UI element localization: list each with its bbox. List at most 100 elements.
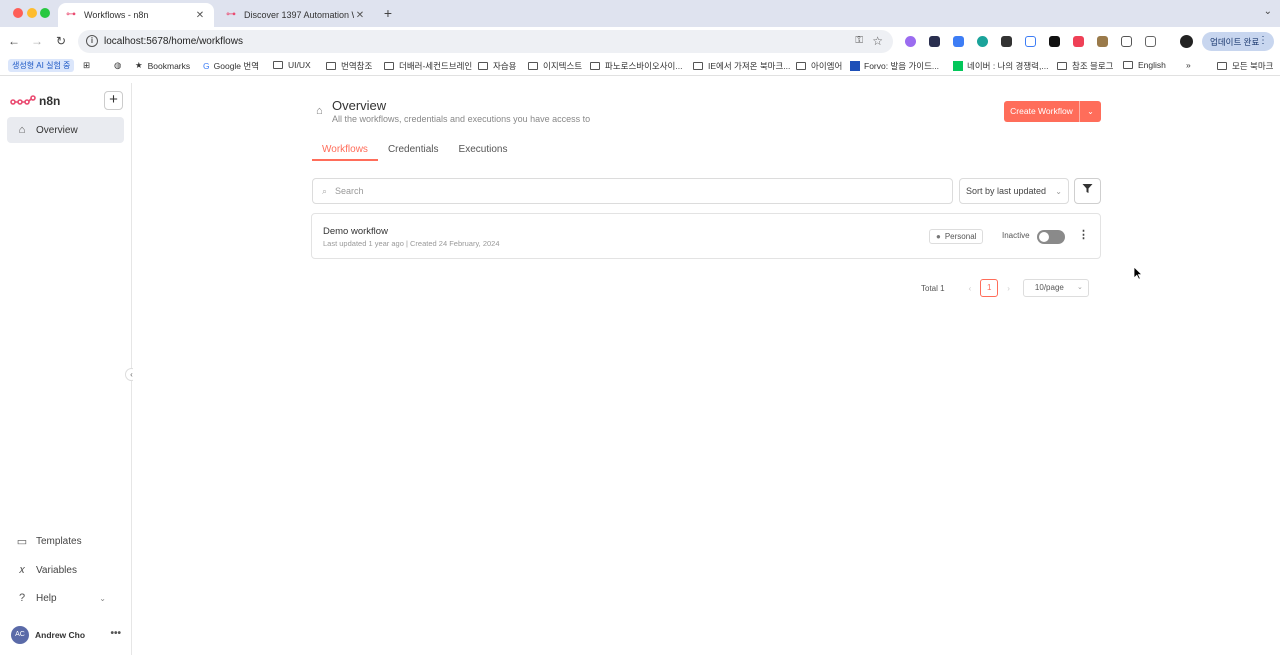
bookmark-folder[interactable]: 더배러-세컨드브레인 — [384, 60, 472, 72]
browser-menu-icon[interactable]: ⋮ — [1258, 35, 1268, 46]
browser-tab-discover[interactable]: ⊶ Discover 1397 Automation W ✕ — [218, 3, 374, 27]
page-size-select[interactable]: 10/page ⌄ — [1022, 279, 1089, 297]
minimize-window-button[interactable] — [27, 8, 37, 18]
extension-icon[interactable] — [953, 36, 964, 47]
tab-credentials[interactable]: Credentials — [378, 141, 449, 161]
user-name: Andrew Cho — [35, 630, 86, 640]
pagination: Total 1 ‹ 1 › 10/page ⌄ — [921, 279, 1089, 297]
sidebar-item-help[interactable]: ? Help ⌄ — [11, 585, 128, 611]
chevron-down-icon: ⌄ — [99, 593, 106, 603]
activation-toggle[interactable] — [1037, 230, 1065, 244]
sidebar-item-overview[interactable]: ⌂ Overview — [7, 117, 124, 143]
bookmark-item[interactable]: G Google 번역 — [203, 60, 259, 72]
bookmark-folder[interactable]: 아이엠어 — [796, 60, 842, 72]
folder-icon — [326, 62, 336, 70]
page-title: Overview — [332, 98, 387, 113]
workflow-menu-icon[interactable]: ⋮ — [1078, 228, 1089, 241]
bookmark-item[interactable]: 네이버 : 나의 경쟁력,... — [953, 60, 1048, 72]
bookmark-label: 참조 블로그 — [1072, 61, 1114, 71]
puzzle-extensions-icon[interactable] — [1145, 36, 1156, 47]
owner-badge: ● Personal — [929, 229, 984, 244]
browser-toolbar: ← → ↻ i localhost:5678/home/workflows ⚿ … — [0, 27, 1280, 56]
extension-icon[interactable] — [1049, 36, 1060, 47]
folder-icon — [590, 62, 600, 70]
bookmark-folder[interactable]: 이지텍스트 — [528, 60, 582, 72]
site-info-icon[interactable]: i — [86, 35, 98, 47]
browser-update-button[interactable]: 업데이트 완료 ⋮ — [1202, 32, 1274, 51]
extension-icon[interactable] — [1001, 36, 1012, 47]
apps-grid-icon[interactable]: ⊞ — [83, 60, 90, 71]
pocket-icon[interactable] — [1073, 36, 1084, 47]
google-translate-icon: G — [203, 61, 210, 71]
address-bar[interactable]: i localhost:5678/home/workflows ⚿ ☆ — [78, 30, 893, 53]
extension-icon[interactable] — [1025, 36, 1036, 47]
bookmark-folder[interactable]: UI/UX — [273, 60, 311, 70]
create-options-chevron-icon[interactable]: ⌄ — [1080, 101, 1101, 122]
bookmark-folder[interactable]: 파노로스바이오사이... — [590, 60, 682, 72]
page-number[interactable]: 1 — [980, 279, 999, 297]
browser-tabstrip: ⊶ Workflows - n8n ✕ ⊶ Discover 1397 Auto… — [0, 0, 1280, 27]
ai-experiment-badge[interactable]: 생성형 AI 실험 중 — [8, 59, 75, 72]
new-tab-button[interactable]: + — [381, 5, 395, 21]
reload-button[interactable]: ↻ — [54, 34, 68, 48]
page-size-value: 10/page — [1034, 283, 1064, 292]
next-page-icon[interactable]: › — [1007, 284, 1010, 293]
bookmark-item[interactable]: ★ Bookmarks — [135, 60, 190, 71]
bookmark-item[interactable]: Forvo: 발음 가이드... — [850, 60, 939, 72]
bookmark-star-icon[interactable]: ☆ — [872, 34, 883, 48]
workflow-card[interactable]: Demo workflow Last updated 1 year ago | … — [311, 213, 1101, 259]
profile-avatar-icon[interactable] — [1180, 35, 1193, 48]
main-content: ⌂ Overview All the workflows, credential… — [133, 83, 1280, 655]
sidebar-item-templates[interactable]: ▭ Templates — [11, 528, 128, 554]
prev-page-icon[interactable]: ‹ — [969, 284, 972, 293]
password-key-icon[interactable]: ⚿ — [855, 35, 863, 46]
bookmark-folder[interactable]: English — [1123, 60, 1166, 70]
folder-icon — [1123, 61, 1133, 69]
bookmark-label: 더배러-세컨드브레인 — [399, 61, 473, 71]
bookmark-star-icon: ★ — [135, 60, 143, 70]
search-input[interactable] — [335, 186, 916, 196]
user-icon: ● — [936, 232, 941, 241]
close-tab-icon[interactable]: ✕ — [194, 10, 206, 21]
naver-icon — [953, 61, 963, 71]
close-tab-icon[interactable]: ✕ — [354, 10, 366, 21]
sidebar-item-variables[interactable]: 𝑥 Variables — [11, 557, 128, 583]
bookmark-folder[interactable]: IE에서 가져온 북마크... — [693, 60, 790, 72]
extension-icon[interactable] — [977, 36, 988, 47]
bookmark-folder[interactable]: 번역참조 — [326, 60, 372, 72]
sort-select[interactable]: Sort by last updated ⌄ — [959, 178, 1069, 204]
maximize-window-button[interactable] — [40, 8, 50, 18]
close-window-button[interactable] — [13, 8, 23, 18]
back-button[interactable]: ← — [7, 34, 21, 48]
bookmark-folder[interactable]: 참조 블로그 — [1057, 60, 1113, 72]
workflow-name[interactable]: Demo workflow — [323, 226, 388, 237]
tab-executions[interactable]: Executions — [449, 141, 518, 161]
n8n-logo[interactable]: n8n — [10, 94, 60, 108]
user-profile[interactable]: AC Andrew Cho ••• — [11, 626, 121, 644]
forward-button[interactable]: → — [30, 34, 44, 48]
folder-icon — [1057, 62, 1067, 70]
bookmark-folder[interactable]: 자습용 — [478, 60, 516, 72]
bookmark-label: 이지텍스트 — [543, 61, 583, 71]
extension-icon[interactable] — [1121, 36, 1132, 47]
filter-button[interactable] — [1074, 178, 1101, 204]
add-resource-button[interactable]: + — [104, 91, 123, 110]
toggle-knob — [1039, 232, 1049, 242]
folder-icon — [273, 61, 283, 69]
variables-icon: 𝑥 — [18, 563, 26, 576]
extension-icon[interactable] — [929, 36, 940, 47]
sidebar-item-label: Overview — [36, 124, 78, 136]
browser-tab-workflows[interactable]: ⊶ Workflows - n8n ✕ — [58, 3, 214, 27]
tab-workflows[interactable]: Workflows — [312, 141, 378, 161]
extension-icon[interactable] — [905, 36, 916, 47]
more-bookmarks-icon[interactable]: » — [1186, 60, 1191, 70]
bookmark-label: IE에서 가져온 북마크... — [708, 61, 791, 71]
extension-icon[interactable] — [1097, 36, 1108, 47]
globe-icon[interactable]: ◍ — [114, 60, 121, 71]
create-workflow-button[interactable]: Create Workflow — [1004, 101, 1080, 122]
user-menu-icon[interactable]: ••• — [110, 628, 121, 639]
page-subtitle: All the workflows, credentials and execu… — [332, 114, 591, 124]
tab-search-chevron-icon[interactable]: ⌄ — [1264, 6, 1272, 17]
bookmark-label: 번역참조 — [341, 61, 373, 71]
bookmark-folder[interactable]: 모든 북마크 — [1217, 60, 1273, 72]
